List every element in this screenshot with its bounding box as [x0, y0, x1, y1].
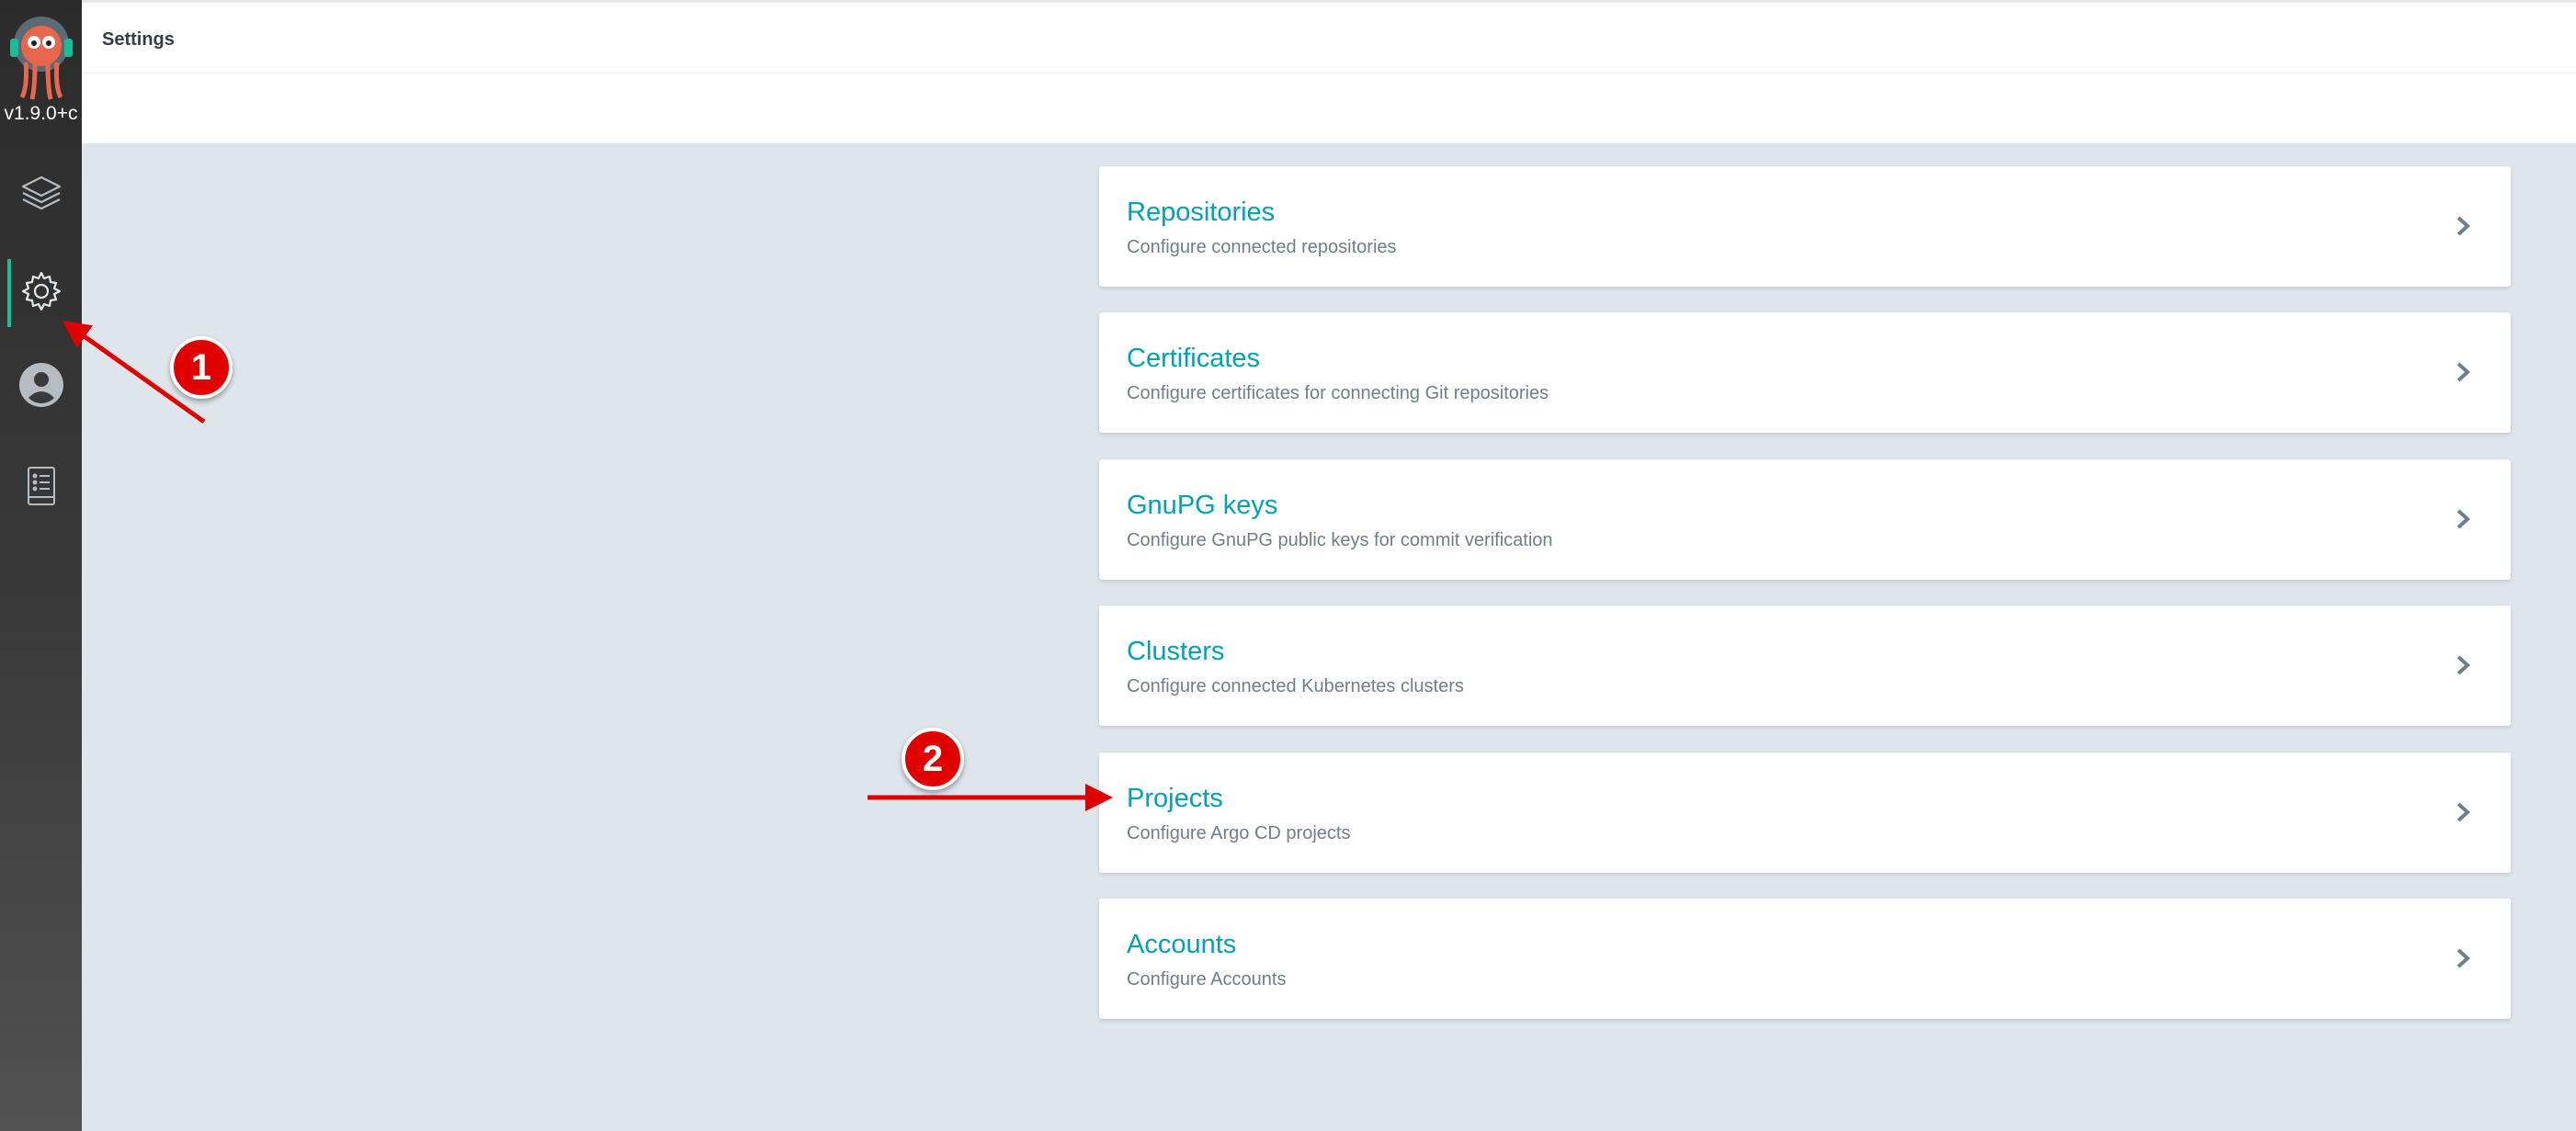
annotation-marker-2: 2 — [902, 728, 964, 790]
chevron-right-icon — [2457, 948, 2470, 968]
sidebar-item-settings[interactable] — [0, 259, 82, 327]
settings-card-repositories[interactable]: Repositories Configure connected reposit… — [1099, 166, 2511, 287]
layers-icon — [19, 172, 63, 221]
sidebar: v1.9.0+c — [0, 0, 82, 1131]
card-title: Repositories — [1127, 198, 1276, 227]
card-title: Accounts — [1127, 930, 1237, 959]
card-description: Configure GnuPG public keys for commit v… — [1127, 530, 1553, 550]
card-title: Clusters — [1127, 637, 1225, 666]
card-description: Configure connected Kubernetes clusters — [1127, 676, 1464, 696]
sidebar-item-documentation[interactable] — [0, 454, 82, 522]
docs-icon — [23, 464, 60, 513]
chevron-right-icon — [2457, 362, 2470, 382]
settings-card-projects[interactable]: Projects Configure Argo CD projects — [1099, 752, 2511, 873]
card-title: Certificates — [1127, 344, 1261, 373]
settings-card-gnupg-keys[interactable]: GnuPG keys Configure GnuPG public keys f… — [1099, 459, 2511, 580]
breadcrumb: Settings — [82, 3, 2576, 74]
chevron-right-icon — [2457, 216, 2470, 236]
card-title: Projects — [1127, 784, 1223, 813]
settings-card-certificates[interactable]: Certificates Configure certificates for … — [1099, 312, 2511, 433]
gear-icon — [19, 269, 63, 318]
card-description: Configure Argo CD projects — [1127, 823, 1351, 843]
sidebar-item-applications[interactable] — [0, 162, 82, 230]
settings-card-accounts[interactable]: Accounts Configure Accounts — [1099, 899, 2511, 1019]
annotation-marker-1: 1 — [170, 336, 233, 399]
argo-logo[interactable] — [7, 15, 75, 101]
version-label: v1.9.0+c — [4, 103, 78, 124]
card-description: Configure connected repositories — [1127, 237, 1397, 257]
card-description: Configure Accounts — [1127, 969, 1287, 990]
top-bar: Settings — [82, 0, 2576, 143]
sidebar-item-user-info[interactable] — [0, 353, 82, 421]
card-description: Configure certificates for connecting Gi… — [1127, 383, 1549, 403]
page-title: Settings — [102, 29, 175, 50]
settings-card-clusters[interactable]: Clusters Configure connected Kubernetes … — [1099, 605, 2511, 726]
chevron-right-icon — [2457, 655, 2470, 675]
user-icon — [17, 361, 65, 413]
card-title: GnuPG keys — [1127, 491, 1278, 520]
chevron-right-icon — [2457, 802, 2470, 822]
chevron-right-icon — [2457, 509, 2470, 529]
